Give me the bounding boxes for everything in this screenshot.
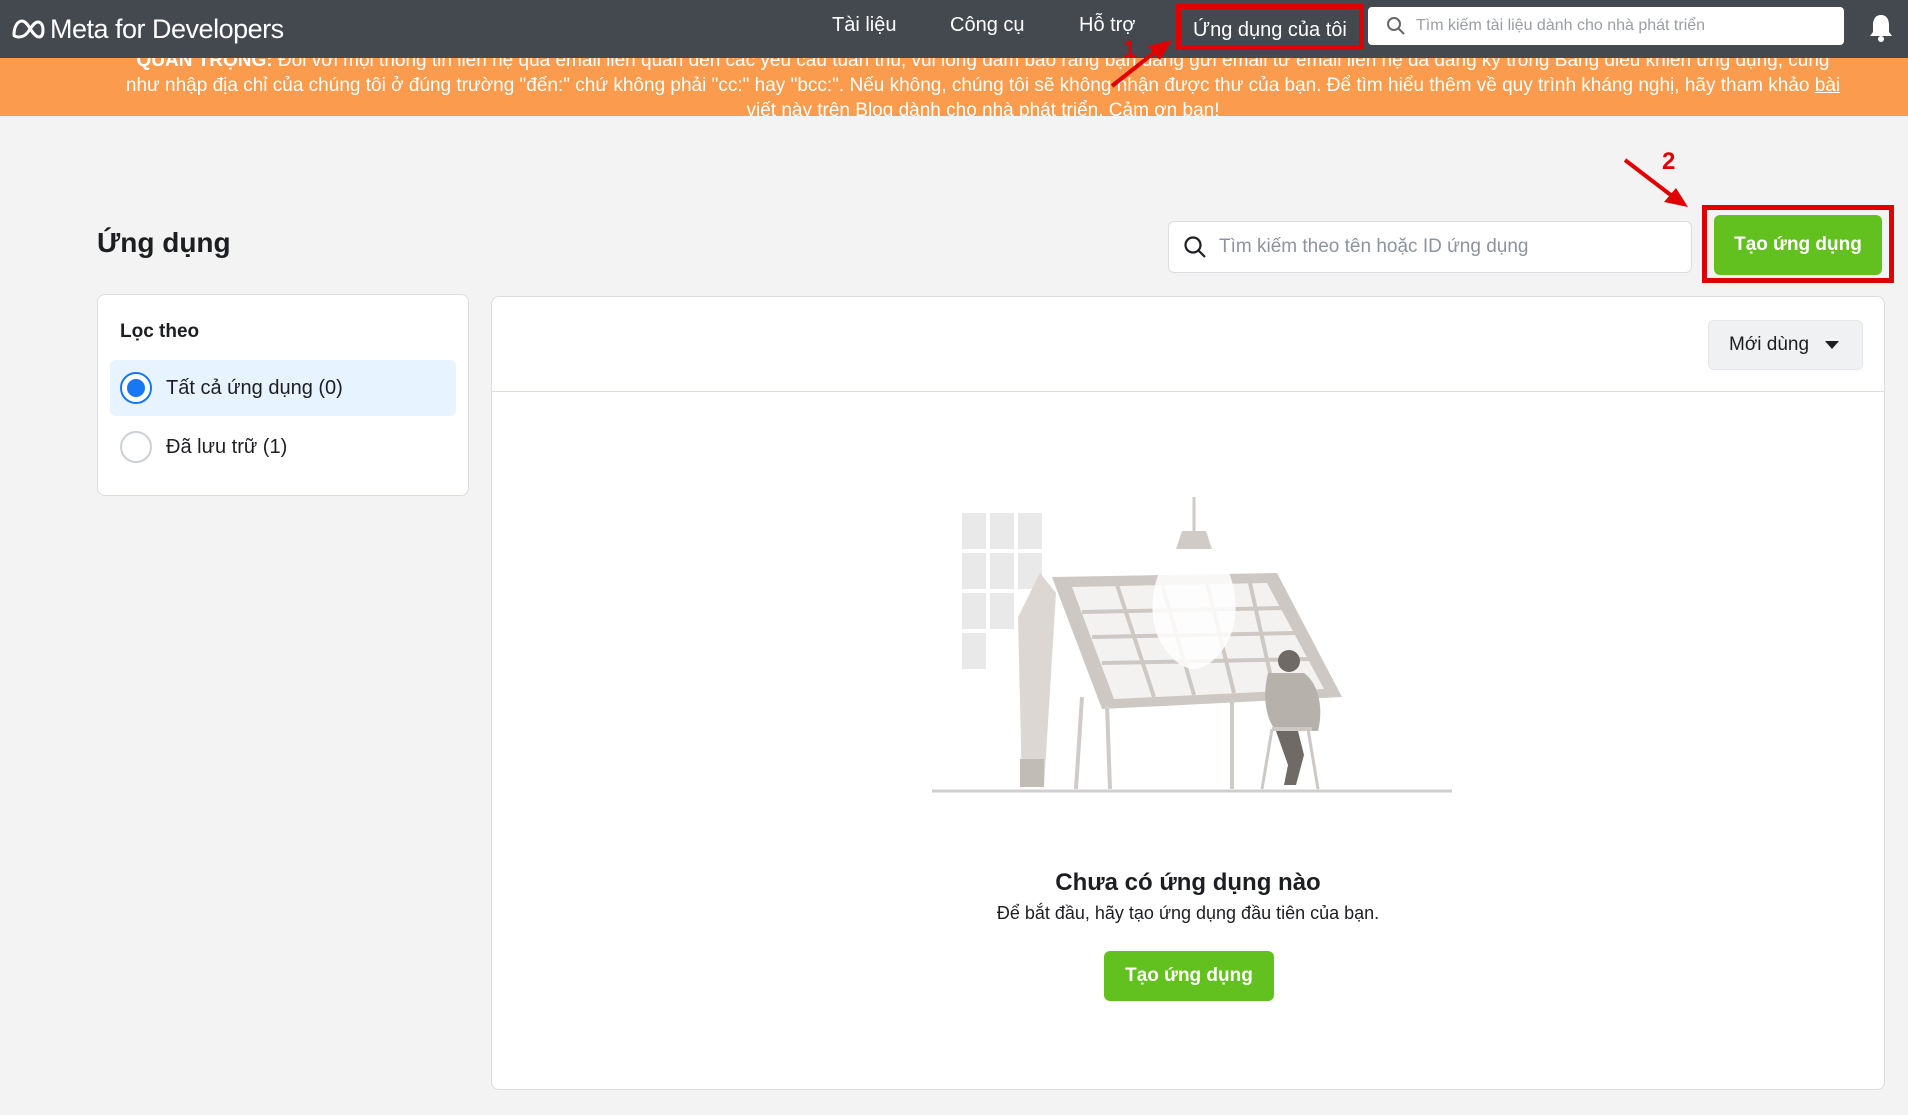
nav-tools[interactable]: Công cụ [950,14,1025,37]
nav-docs[interactable]: Tài liệu [832,14,896,37]
annotation-step-1: 1 [1123,36,1137,63]
filter-title: Lọc theo [120,321,200,342]
empty-state-illustration-icon [932,497,1452,793]
search-icon [1184,236,1206,258]
filter-option-archived[interactable]: Đã lưu trữ (1) [110,419,456,475]
banner-body-end: . Cảm ơn bạn! [1098,100,1220,116]
docs-search[interactable] [1368,7,1844,45]
annotation-step-2: 2 [1662,148,1676,175]
empty-state-title: Chưa có ứng dụng nào [1055,869,1321,896]
banner-body: Đối với mọi thông tin liên hệ qua email … [125,58,1830,96]
sort-label: Mới dùng [1729,334,1810,355]
sort-dropdown[interactable]: Mới dùng [1708,320,1863,370]
card-divider [492,391,1884,392]
banner-label: QUAN TRỌNG: [136,58,273,71]
top-navbar: Meta for Developers Tài liệu Công cụ Hỗ … [0,0,1908,58]
nav-my-apps[interactable]: Ứng dụng của tôi [1176,4,1364,50]
meta-logo-icon [12,19,45,39]
filter-panel: Lọc theo Tất cả ứng dụng (0) Đã lưu trữ … [97,294,469,496]
caret-down-icon [1825,341,1840,349]
banner-message: QUAN TRỌNG: Đối với mọi thông tin liên h… [118,58,1848,116]
filter-option-all-apps[interactable]: Tất cả ứng dụng (0) [110,360,456,416]
radio-unselected-icon[interactable] [120,431,152,463]
nav-support[interactable]: Hỗ trợ [1079,14,1135,37]
announcement-banner: QUAN TRỌNG: Đối với mọi thông tin liên h… [0,58,1908,116]
docs-search-input[interactable] [1416,17,1836,35]
annotation-arrow-2-head [1664,188,1688,207]
radio-selected-icon[interactable] [120,372,152,404]
search-icon [1387,17,1405,35]
page-title: Ứng dụng [97,227,231,258]
brand-name: Meta for Developers [50,13,284,44]
filter-option-label: Tất cả ứng dụng (0) [166,376,343,399]
app-search[interactable] [1168,221,1692,273]
empty-state-subtitle: Để bắt đầu, hãy tạo ứng dụng đầu tiên củ… [996,903,1380,923]
filter-option-label: Đã lưu trữ (1) [166,435,288,458]
create-app-button[interactable]: Tạo ứng dụng [1714,215,1882,275]
app-search-input[interactable] [1219,236,1679,258]
create-app-button-empty-state[interactable]: Tạo ứng dụng [1104,951,1274,1001]
notification-bell-icon[interactable] [1867,13,1895,43]
app-list-card: Mới dùng Chưa có ứng dụng nào Để bắt đầu… [491,296,1885,1090]
brand-link[interactable]: Meta for Developers [10,10,284,48]
